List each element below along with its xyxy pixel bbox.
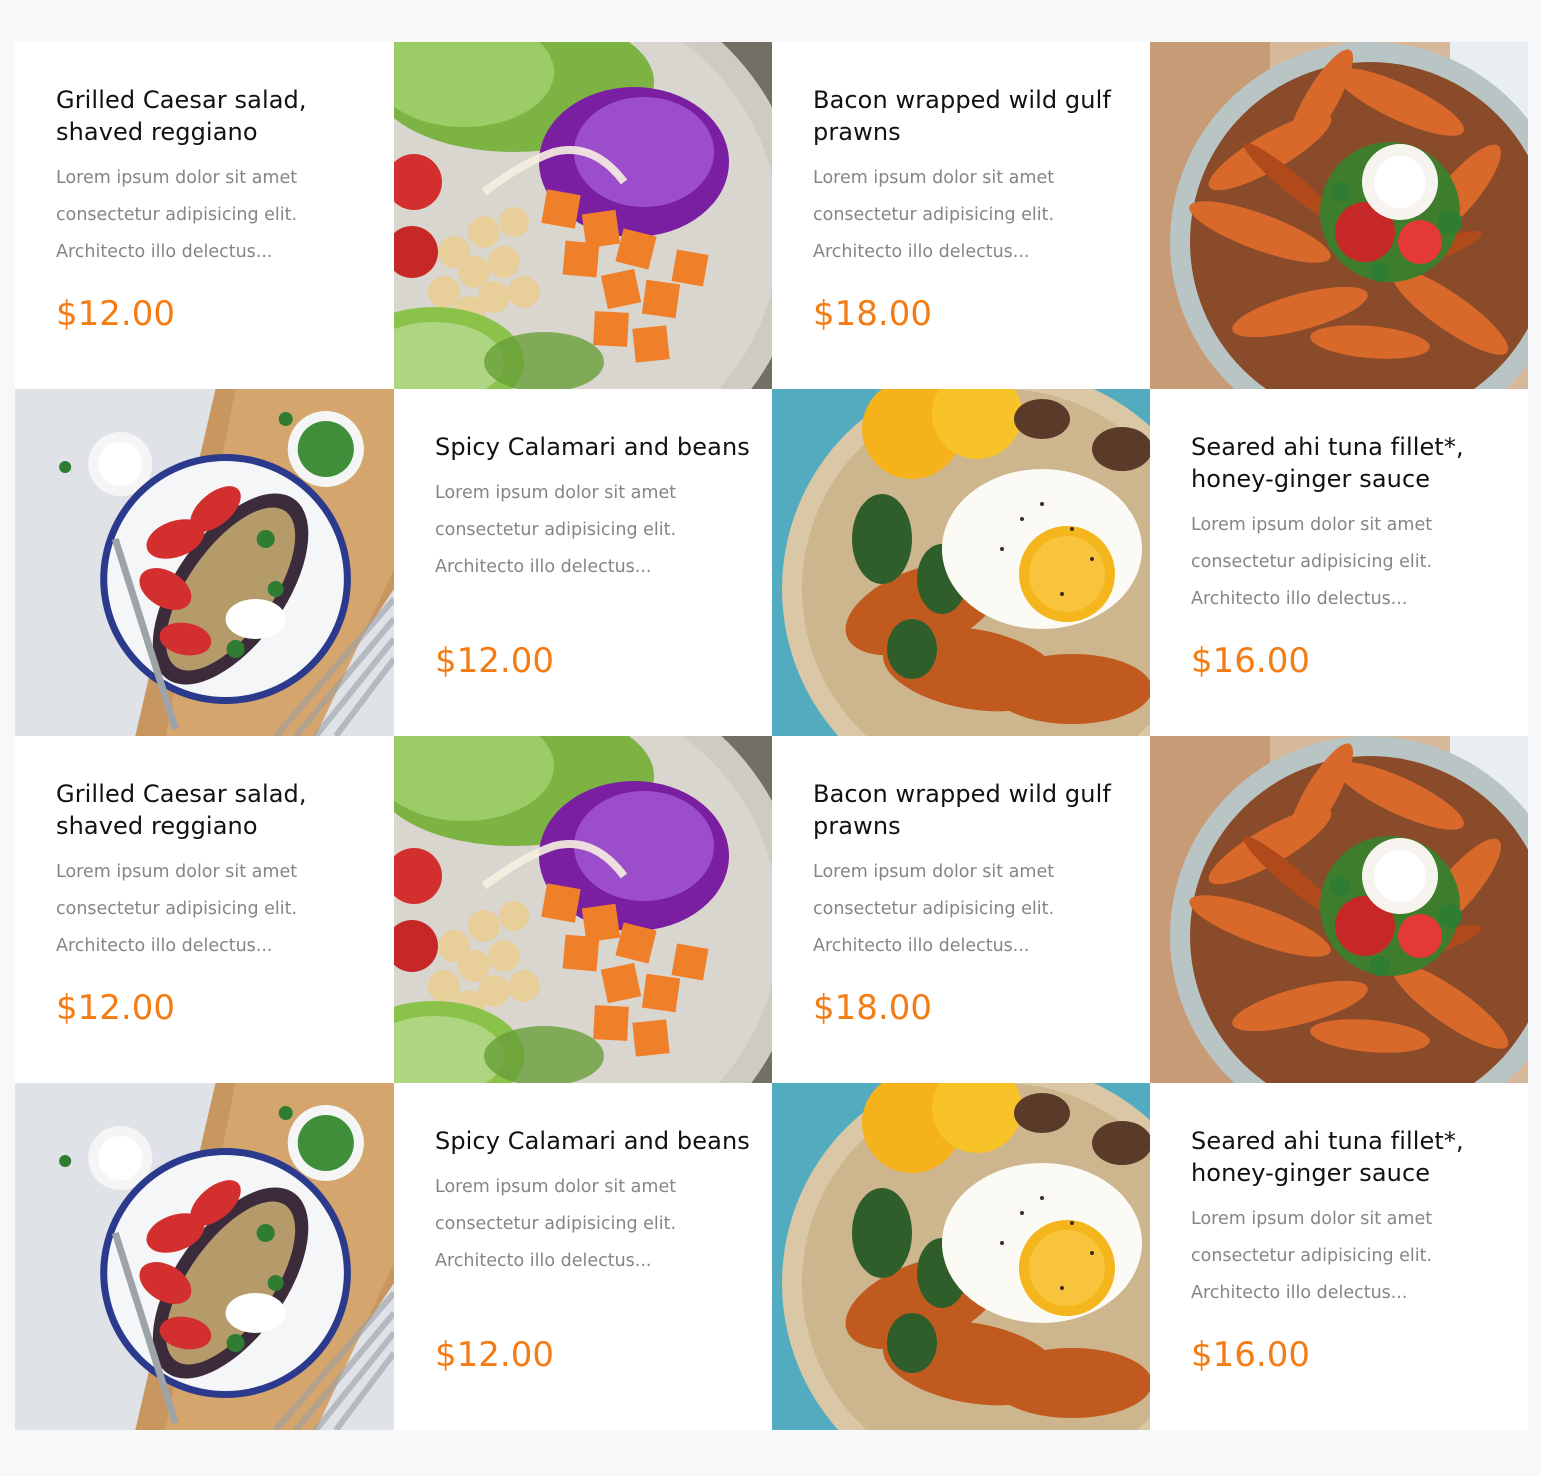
dish-description: Lorem ipsum dolor sit amet consectetur a… bbox=[435, 483, 677, 577]
dish-title[interactable]: Grilled Caesar salad, shaved reggiano bbox=[56, 84, 374, 148]
menu-grid: Grilled Caesar salad, shaved reggiano Lor… bbox=[15, 42, 1528, 1430]
menu-item-card[interactable]: Bacon wrapped wild gulf prawns Lorem ipsu… bbox=[772, 42, 1150, 389]
dish-photo-eggplant bbox=[15, 1083, 394, 1430]
dish-description: Lorem ipsum dolor sit amet consectetur a… bbox=[435, 1177, 677, 1271]
dish-title[interactable]: Seared ahi tuna fillet*, honey-ginger sa… bbox=[1191, 431, 1508, 495]
dish-price: $12.00 bbox=[56, 294, 175, 334]
dish-title[interactable]: Bacon wrapped wild gulf prawns bbox=[813, 84, 1130, 148]
dish-photo-fries bbox=[1150, 736, 1528, 1083]
dish-photo-bowl bbox=[394, 736, 772, 1083]
dish-photo-eggplant bbox=[15, 389, 394, 736]
menu-item-card[interactable]: Bacon wrapped wild gulf prawns Lorem ipsu… bbox=[772, 736, 1150, 1083]
dish-description: Lorem ipsum dolor sit amet consectetur a… bbox=[56, 168, 298, 262]
dish-price: $12.00 bbox=[56, 988, 175, 1028]
dish-photo[interactable] bbox=[772, 1083, 1150, 1430]
dish-photo-fries bbox=[1150, 42, 1528, 389]
dish-title[interactable]: Seared ahi tuna fillet*, honey-ginger sa… bbox=[1191, 1125, 1508, 1189]
dish-photo[interactable] bbox=[394, 42, 772, 389]
dish-price: $12.00 bbox=[435, 1335, 554, 1375]
dish-photo[interactable] bbox=[772, 389, 1150, 736]
dish-description: Lorem ipsum dolor sit amet consectetur a… bbox=[813, 168, 1055, 262]
dish-photo[interactable] bbox=[394, 736, 772, 1083]
dish-photo-egg bbox=[772, 1083, 1150, 1430]
dish-price: $16.00 bbox=[1191, 1335, 1310, 1375]
dish-description: Lorem ipsum dolor sit amet consectetur a… bbox=[56, 862, 298, 956]
dish-description: Lorem ipsum dolor sit amet consectetur a… bbox=[1191, 1209, 1433, 1303]
dish-price: $18.00 bbox=[813, 294, 932, 334]
dish-price: $12.00 bbox=[435, 641, 554, 681]
dish-title[interactable]: Spicy Calamari and beans bbox=[435, 431, 752, 463]
menu-item-card[interactable]: Spicy Calamari and beans Lorem ipsum dolo… bbox=[394, 1083, 772, 1430]
menu-item-card[interactable]: Grilled Caesar salad, shaved reggiano Lor… bbox=[15, 736, 394, 1083]
dish-description: Lorem ipsum dolor sit amet consectetur a… bbox=[1191, 515, 1433, 609]
dish-photo[interactable] bbox=[15, 389, 394, 736]
dish-photo[interactable] bbox=[1150, 42, 1528, 389]
dish-price: $16.00 bbox=[1191, 641, 1310, 681]
dish-title[interactable]: Bacon wrapped wild gulf prawns bbox=[813, 778, 1130, 842]
dish-photo-bowl bbox=[394, 42, 772, 389]
dish-title[interactable]: Grilled Caesar salad, shaved reggiano bbox=[56, 778, 374, 842]
menu-item-card[interactable]: Spicy Calamari and beans Lorem ipsum dolo… bbox=[394, 389, 772, 736]
menu-item-card[interactable]: Seared ahi tuna fillet*, honey-ginger sa… bbox=[1150, 1083, 1528, 1430]
dish-description: Lorem ipsum dolor sit amet consectetur a… bbox=[813, 862, 1055, 956]
menu-item-card[interactable]: Grilled Caesar salad, shaved reggiano Lor… bbox=[15, 42, 394, 389]
dish-price: $18.00 bbox=[813, 988, 932, 1028]
dish-photo[interactable] bbox=[1150, 736, 1528, 1083]
dish-photo-egg bbox=[772, 389, 1150, 736]
menu-item-card[interactable]: Seared ahi tuna fillet*, honey-ginger sa… bbox=[1150, 389, 1528, 736]
dish-title[interactable]: Spicy Calamari and beans bbox=[435, 1125, 752, 1157]
dish-photo[interactable] bbox=[15, 1083, 394, 1430]
